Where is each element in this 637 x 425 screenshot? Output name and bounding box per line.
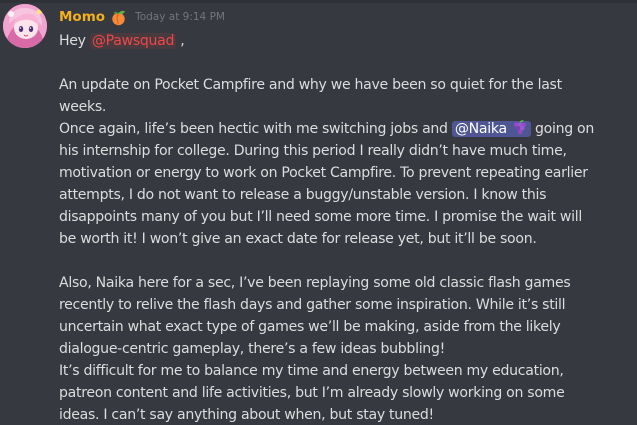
text-line: disappoints many of you but I’ll need so… xyxy=(59,209,582,225)
text-line: attempts, I do not want to release a bug… xyxy=(59,187,547,203)
grapes-icon xyxy=(511,119,528,136)
text-line: weeks. xyxy=(59,99,107,115)
message-body: Hey @Pawsquad , An update on Pocket Camp… xyxy=(59,30,625,425)
peach-icon xyxy=(110,9,127,26)
text-line: recently to relive the flash days and ga… xyxy=(59,297,566,313)
greeting-line: Hey @Pawsquad , xyxy=(59,30,625,52)
message-header: Momo Today at 9:14 PM xyxy=(59,6,225,28)
avatar-image xyxy=(3,4,47,48)
greeting-suffix: , xyxy=(176,33,185,49)
text-line: motivation or energy to work on Pocket C… xyxy=(59,165,588,181)
user-mention-naika[interactable]: @Naika xyxy=(451,119,531,137)
text-line: be worth it! I won’t give an exact date … xyxy=(59,231,537,247)
chat-message: Momo Today at 9:14 PM Hey @Pawsquad , An… xyxy=(0,0,637,425)
text-line: ideas. I can’t say anything about when, … xyxy=(59,407,434,423)
text-line-with-mention: Once again, life’s been hectic with me s… xyxy=(59,118,625,140)
line-text: going on xyxy=(530,121,595,137)
text-line: dialogue-centric gameplay, there’s a few… xyxy=(59,341,445,357)
message-timestamp: Today at 9:14 PM xyxy=(135,11,225,23)
text-line: uncertain what exact type of games we’ll… xyxy=(59,319,561,335)
text-line: his internship for college. During this … xyxy=(59,143,567,159)
text-line: Also, Naika here for a sec, I’ve been re… xyxy=(59,275,571,291)
greeting-prefix: Hey xyxy=(59,33,90,49)
mention-label: @Naika xyxy=(454,121,507,137)
avatar[interactable] xyxy=(3,4,47,48)
text-line: patreon content and life activities, but… xyxy=(59,385,565,401)
line-text: Once again, life’s been hectic with me s… xyxy=(59,121,452,137)
text-line: An update on Pocket Campfire and why we … xyxy=(59,77,562,93)
author-name[interactable]: Momo xyxy=(59,9,105,25)
role-mention-pawsquad[interactable]: @Pawsquad xyxy=(89,33,177,49)
text-line: It’s difficult for me to balance my time… xyxy=(59,363,564,379)
